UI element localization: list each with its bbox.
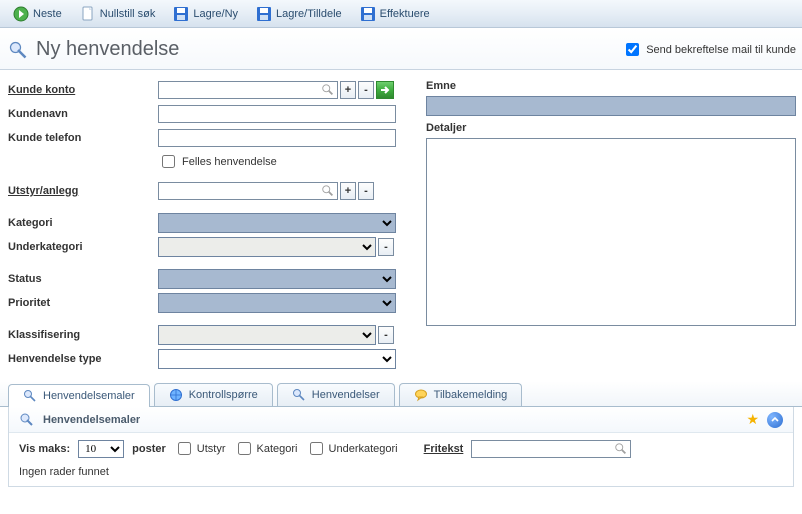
detaljer-label: Detaljer <box>426 122 796 134</box>
filter-utstyr-checkbox[interactable]: Utstyr <box>174 439 226 458</box>
felles-checkbox[interactable]: Felles henvendelse <box>158 152 418 171</box>
prioritet-label: Prioritet <box>8 297 158 309</box>
kunde-telefon-input[interactable] <box>158 129 396 147</box>
fritekst-label[interactable]: Fritekst <box>424 443 464 455</box>
kundenavn-label: Kundenavn <box>8 108 158 120</box>
filter-utstyr-input[interactable] <box>178 442 191 455</box>
star-icon[interactable]: ★ <box>746 411 759 428</box>
pin-icon <box>292 388 306 402</box>
type-select[interactable] <box>158 349 396 369</box>
top-toolbar: Neste Nullstill søk Lagre/Ny Lagre/Tilld… <box>0 0 802 28</box>
left-column: Kunde konto + - Kundenavn Kunde tele <box>8 80 418 373</box>
tab-tilbake-label: Tilbakemelding <box>434 389 508 401</box>
vis-maks-label: Vis maks: <box>19 443 70 455</box>
kunde-telefon-label: Kunde telefon <box>8 132 158 144</box>
save-icon <box>173 6 189 22</box>
neste-button[interactable]: Neste <box>6 3 69 25</box>
type-label: Henvendelse type <box>8 353 158 365</box>
klassifisering-select[interactable] <box>158 325 376 345</box>
blank-page-icon <box>80 6 96 22</box>
kunde-konto-input[interactable] <box>158 81 338 99</box>
pin-icon <box>23 389 37 403</box>
pin-icon <box>19 412 35 428</box>
status-label: Status <box>8 273 158 285</box>
kunde-remove-button[interactable]: - <box>358 81 374 99</box>
tab-henvendelsemaler[interactable]: Henvendelsemaler <box>8 384 150 407</box>
poster-label: poster <box>132 443 166 455</box>
title-bar: Ny henvendelse Send bekreftelse mail til… <box>0 28 802 70</box>
confirm-mail-input[interactable] <box>626 43 639 56</box>
utstyr-label[interactable]: Utstyr/anlegg <box>8 185 158 197</box>
nullstill-button[interactable]: Nullstill søk <box>73 3 163 25</box>
filter-kategori-checkbox[interactable]: Kategori <box>234 439 298 458</box>
felles-label: Felles henvendelse <box>182 156 277 168</box>
filter-row: Vis maks: 10 poster Utstyr Kategori Unde… <box>9 433 793 462</box>
klassifisering-label: Klassifisering <box>8 329 158 341</box>
utstyr-input[interactable] <box>158 182 338 200</box>
no-rows-text: Ingen rader funnet <box>9 462 793 486</box>
collapse-button[interactable] <box>767 412 783 428</box>
kunde-konto-label[interactable]: Kunde konto <box>8 84 158 96</box>
main-form: Kunde konto + - Kundenavn Kunde tele <box>0 70 802 377</box>
underkategori-select[interactable] <box>158 237 376 257</box>
neste-label: Neste <box>33 8 62 20</box>
filter-underkategori-input[interactable] <box>310 442 323 455</box>
kunde-go-button[interactable] <box>376 81 394 99</box>
pin-icon <box>8 40 28 60</box>
underkategori-label: Underkategori <box>8 241 158 253</box>
vis-maks-select[interactable]: 10 <box>78 440 124 458</box>
kategori-select[interactable] <box>158 213 396 233</box>
tab-henvendelser[interactable]: Henvendelser <box>277 383 395 406</box>
detaljer-textarea[interactable] <box>426 138 796 326</box>
confirm-mail-label: Send bekreftelse mail til kunde <box>646 44 796 56</box>
nullstill-label: Nullstill søk <box>100 8 156 20</box>
prioritet-select[interactable] <box>158 293 396 313</box>
confirm-mail-checkbox[interactable]: Send bekreftelse mail til kunde <box>622 40 796 59</box>
save-icon <box>360 6 376 22</box>
subpanel: Henvendelsemaler ★ Vis maks: 10 poster U… <box>8 407 794 487</box>
emne-input[interactable] <box>426 96 796 116</box>
lagre-tildele-button[interactable]: Lagre/Tilldele <box>249 3 349 25</box>
fritekst-input[interactable] <box>471 440 631 458</box>
circle-arrow-icon <box>13 6 29 22</box>
effektuere-label: Effektuere <box>380 8 430 20</box>
utstyr-add-button[interactable]: + <box>340 182 356 200</box>
klassifisering-remove-button[interactable]: - <box>378 326 394 344</box>
tab-tilbakemelding[interactable]: Tilbakemelding <box>399 383 523 406</box>
underkategori-remove-button[interactable]: - <box>378 238 394 256</box>
globe-icon <box>169 388 183 402</box>
tab-strip: Henvendelsemaler Kontrollspørre Henvende… <box>0 381 802 407</box>
tab-maler-label: Henvendelsemaler <box>43 390 135 402</box>
tab-henvendelser-label: Henvendelser <box>312 389 380 401</box>
felles-input[interactable] <box>162 155 175 168</box>
lagre-ny-button[interactable]: Lagre/Ny <box>166 3 245 25</box>
subpanel-heading: Henvendelsemaler <box>43 414 140 426</box>
right-column: Emne Detaljer <box>426 80 796 373</box>
filter-kategori-input[interactable] <box>238 442 251 455</box>
tab-kontrollsporre[interactable]: Kontrollspørre <box>154 383 273 406</box>
lagre-tildele-label: Lagre/Tilldele <box>276 8 342 20</box>
status-select[interactable] <box>158 269 396 289</box>
lagre-ny-label: Lagre/Ny <box>193 8 238 20</box>
utstyr-remove-button[interactable]: - <box>358 182 374 200</box>
bubble-icon <box>414 388 428 402</box>
kundenavn-input[interactable] <box>158 105 396 123</box>
effektuere-button[interactable]: Effektuere <box>353 3 437 25</box>
filter-underkategori-checkbox[interactable]: Underkategori <box>306 439 398 458</box>
save-icon <box>256 6 272 22</box>
kategori-label: Kategori <box>8 217 158 229</box>
page-title: Ny henvendelse <box>36 38 179 61</box>
emne-label: Emne <box>426 80 796 92</box>
kunde-add-button[interactable]: + <box>340 81 356 99</box>
tab-kontroll-label: Kontrollspørre <box>189 389 258 401</box>
